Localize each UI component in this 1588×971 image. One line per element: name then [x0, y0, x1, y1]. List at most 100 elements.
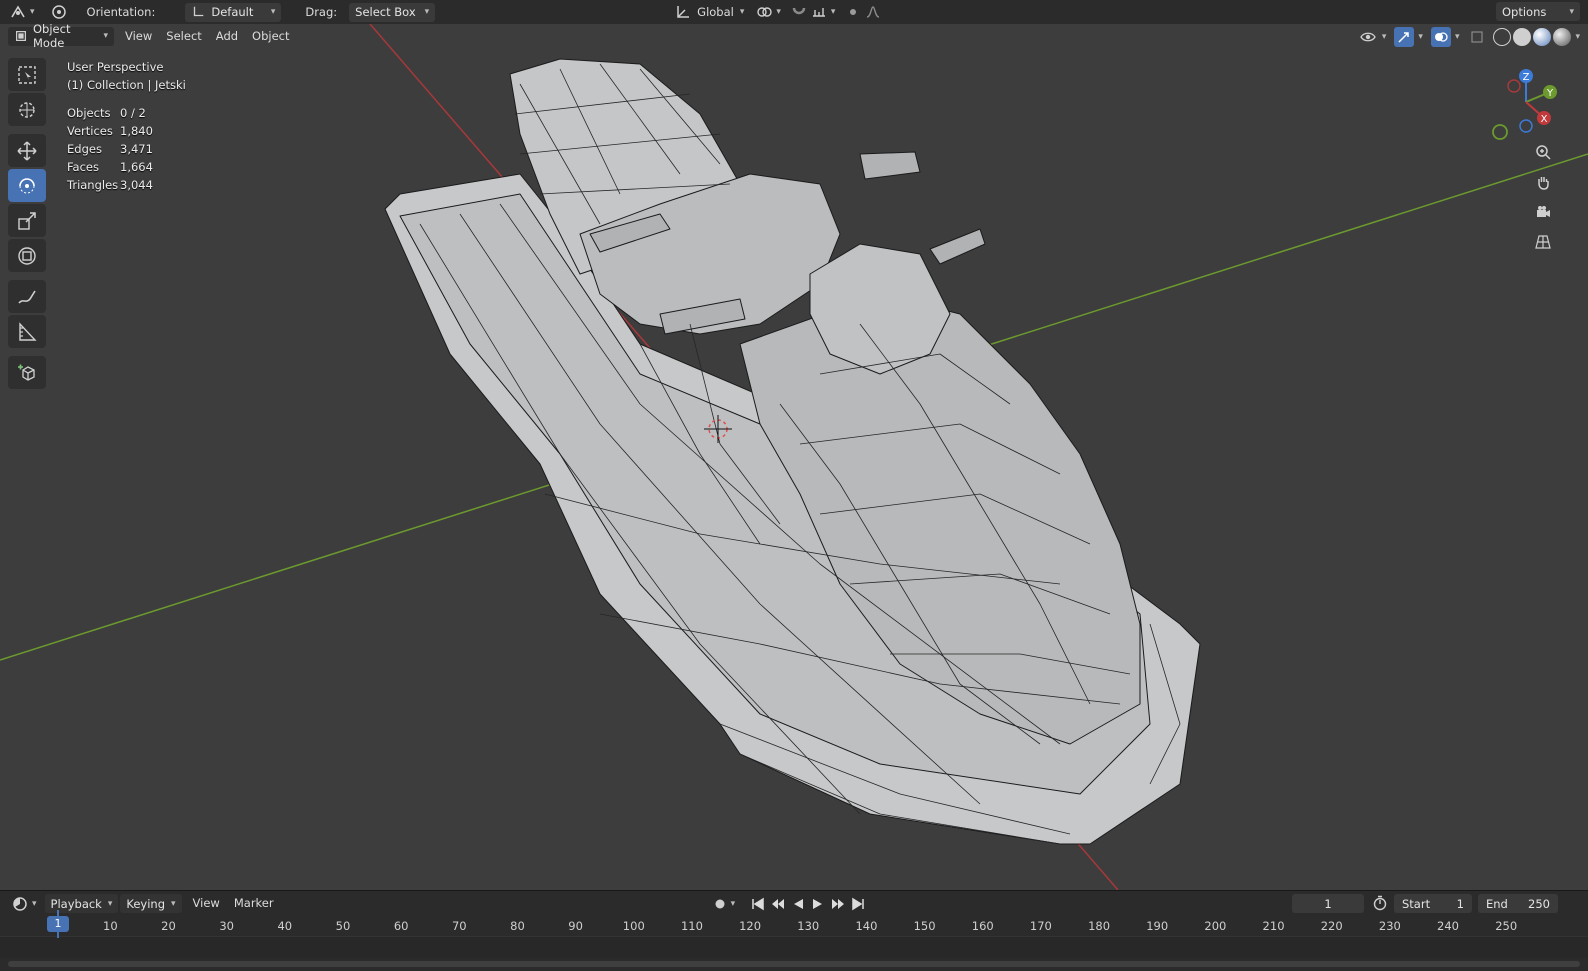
- pan-hand-icon[interactable]: [1531, 170, 1555, 194]
- end-frame-field[interactable]: End 250: [1478, 894, 1558, 913]
- transform-icon[interactable]: [8, 239, 46, 272]
- rotate-icon[interactable]: [8, 169, 46, 202]
- playhead-frame-indicator[interactable]: 1: [47, 916, 69, 932]
- orientation-label: Orientation:: [86, 5, 156, 19]
- keying-menu[interactable]: Keying ▾: [120, 894, 182, 913]
- transform-space-value[interactable]: Global: [693, 5, 738, 19]
- scene-statistics: Objects 0 / 2 Vertices 1,840 Edges 3,471 Fa…: [67, 104, 186, 194]
- keyframe-track[interactable]: [0, 936, 1588, 958]
- pivot-icon[interactable]: [49, 2, 69, 22]
- ruler-tick-label: 250: [1495, 919, 1518, 933]
- visibility-eye-icon[interactable]: [1358, 27, 1378, 47]
- overlays-toggle-icon[interactable]: [1430, 27, 1451, 47]
- mode-value: Object Mode: [33, 24, 71, 50]
- timeline-scrollbar[interactable]: [8, 961, 1580, 967]
- chevron-down-icon[interactable]: ▾: [731, 899, 736, 909]
- viewport-header: Object Mode ▾ View Select Add Object: [0, 24, 1588, 50]
- frame-ruler[interactable]: 10 20 30 40 50 60 70 80 90 100 110 120 130 140 150 160 1…: [0, 916, 1588, 936]
- proportional-edit-icon[interactable]: [843, 2, 863, 22]
- chevron-down-icon: ▾: [171, 898, 176, 909]
- stat-key: Faces: [67, 160, 99, 174]
- 3d-viewport[interactable]: Object Mode ▾ View Select Add Object ▾ ▾…: [0, 24, 1588, 890]
- add-cube-icon[interactable]: [8, 356, 46, 389]
- ruler-tick-label: 20: [161, 919, 176, 933]
- drag-value: Select Box: [355, 5, 416, 19]
- wireframe-shading-icon[interactable]: [1493, 28, 1512, 46]
- chevron-down-icon[interactable]: ▾: [1575, 32, 1580, 42]
- jump-end-icon[interactable]: [849, 895, 867, 913]
- ruler-tick-label: 40: [277, 919, 293, 933]
- pivot-point-icon[interactable]: [754, 2, 774, 22]
- stopwatch-icon[interactable]: [1370, 893, 1390, 913]
- timeline-editor-icon[interactable]: [10, 894, 30, 914]
- measure-icon[interactable]: [8, 315, 46, 348]
- options-dropdown[interactable]: Options ▾: [1496, 2, 1580, 21]
- chevron-down-icon[interactable]: ▾: [740, 7, 745, 17]
- play-reverse-icon[interactable]: [789, 895, 807, 913]
- ruler-tick-label: 160: [971, 919, 994, 933]
- start-frame-field[interactable]: Start 1: [1394, 894, 1472, 913]
- chevron-down-icon[interactable]: ▾: [1418, 32, 1423, 42]
- chevron-down-icon[interactable]: ▾: [32, 899, 37, 909]
- ruler-tick-label: 180: [1088, 919, 1111, 933]
- drag-dropdown[interactable]: Select Box ▾: [349, 2, 436, 22]
- timeline-menu-view[interactable]: View: [186, 894, 227, 913]
- ruler-tick-label: 140: [855, 919, 878, 933]
- select-box-icon[interactable]: [8, 58, 46, 91]
- snap-increment-icon[interactable]: [809, 2, 829, 22]
- navigation-gizmo[interactable]: Z Y X: [1486, 64, 1566, 144]
- top-header: ▾ Orientation: Default ▾ Drag: Select Bo…: [0, 0, 1588, 24]
- perspective-grid-icon[interactable]: [1531, 230, 1555, 254]
- gizmo-toggle-icon[interactable]: [1394, 27, 1415, 47]
- next-keyframe-icon[interactable]: [829, 895, 847, 913]
- move-icon[interactable]: [8, 134, 46, 167]
- timeline-editor: ▾ Playback ▾ Keying ▾ View Marker ▾ 1 St…: [0, 890, 1588, 971]
- zoom-icon[interactable]: [1531, 140, 1555, 164]
- cursor-icon[interactable]: [8, 93, 46, 126]
- scene-canvas[interactable]: [0, 24, 1588, 890]
- chevron-down-icon[interactable]: ▾: [831, 7, 836, 17]
- ruler-tick-label: 60: [393, 919, 409, 933]
- perspective-label: User Perspective: [67, 60, 164, 74]
- solid-shading-icon[interactable]: [1513, 28, 1532, 46]
- chevron-down-icon[interactable]: ▾: [1455, 32, 1460, 42]
- prev-keyframe-icon[interactable]: [769, 895, 787, 913]
- timeline-menu-marker[interactable]: Marker: [227, 894, 281, 913]
- playback-label: Playback: [50, 896, 102, 911]
- ruler-tick-label: 200: [1204, 919, 1227, 933]
- chevron-down-icon[interactable]: ▾: [30, 7, 35, 17]
- chevron-down-icon[interactable]: ▾: [776, 7, 781, 17]
- annotate-icon[interactable]: [8, 280, 46, 313]
- ruler-tick-label: 80: [510, 919, 525, 933]
- stat-row: Edges 3,471: [67, 140, 186, 158]
- snap-magnet-icon[interactable]: [789, 2, 809, 22]
- mode-dropdown[interactable]: Object Mode ▾: [8, 24, 114, 50]
- ruler-tick-label: 50: [335, 919, 351, 933]
- stat-row: Faces 1,664: [67, 158, 186, 176]
- camera-icon[interactable]: [1531, 200, 1555, 224]
- menu-add[interactable]: Add: [209, 27, 245, 46]
- jump-start-icon[interactable]: [749, 895, 767, 913]
- rendered-shading-icon[interactable]: [1553, 28, 1572, 46]
- jetski-model: [384, 58, 1201, 845]
- editor-type-icon[interactable]: [8, 2, 28, 22]
- material-shading-icon[interactable]: [1533, 28, 1552, 46]
- xray-toggle-icon[interactable]: [1467, 27, 1487, 47]
- menu-select[interactable]: Select: [159, 27, 208, 46]
- play-icon[interactable]: [809, 895, 827, 913]
- ruler-tick-label: 130: [797, 919, 820, 933]
- menu-view[interactable]: View: [118, 27, 159, 46]
- ruler-tick-label: 230: [1378, 919, 1401, 933]
- falloff-curve-icon[interactable]: [863, 2, 883, 22]
- playback-menu[interactable]: Playback ▾: [44, 894, 119, 913]
- playhead-frame-value: 1: [54, 917, 62, 930]
- chevron-down-icon[interactable]: ▾: [1382, 32, 1387, 42]
- record-keyframe-icon[interactable]: [711, 895, 729, 913]
- current-frame-field[interactable]: 1: [1292, 894, 1364, 913]
- scale-icon[interactable]: [8, 204, 46, 237]
- x-axis-label: X: [1541, 114, 1548, 125]
- stat-value: 1,664: [120, 160, 153, 174]
- menu-object[interactable]: Object: [245, 27, 296, 46]
- orientation-value: Default: [211, 5, 254, 19]
- orientation-dropdown[interactable]: Default ▾: [185, 2, 282, 22]
